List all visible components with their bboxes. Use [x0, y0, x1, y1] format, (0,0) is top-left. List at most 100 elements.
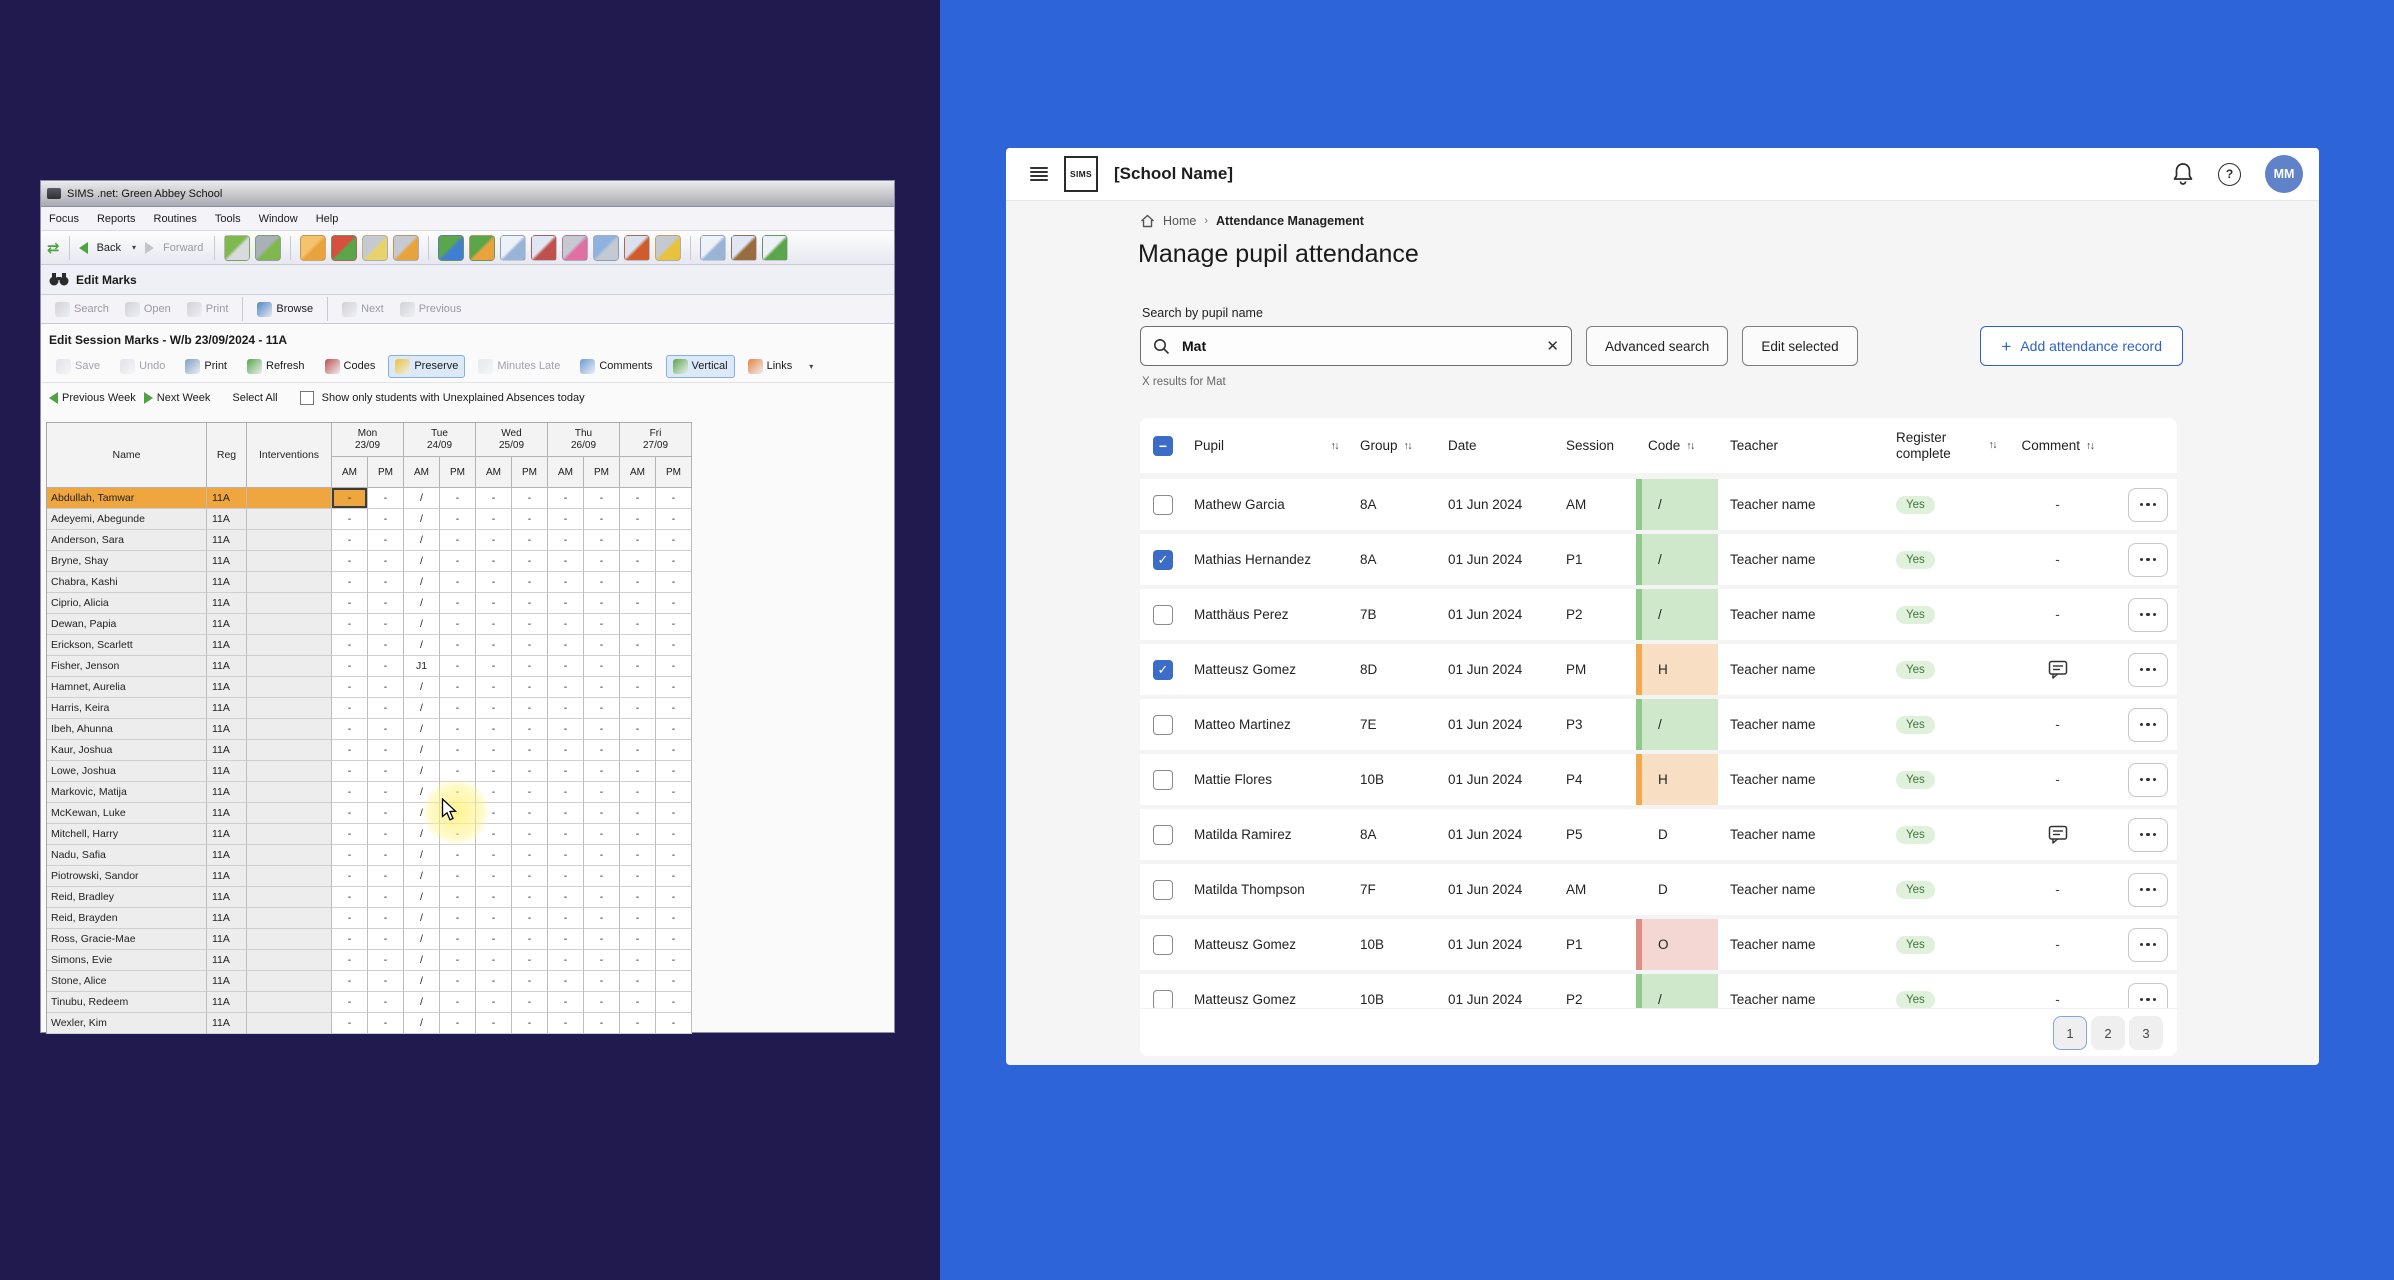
swap-icon[interactable]: ⇄ [47, 239, 60, 257]
search-mail-icon[interactable] [362, 235, 388, 261]
mark-cell[interactable]: - [332, 635, 368, 656]
mark-cell[interactable]: - [512, 929, 548, 950]
comment-cell[interactable] [1996, 660, 2119, 679]
mark-cell[interactable]: - [656, 992, 692, 1013]
mark-cell[interactable]: - [512, 761, 548, 782]
mark-cell[interactable]: - [620, 866, 656, 887]
mark-cell[interactable]: - [584, 572, 620, 593]
mark-cell[interactable]: - [368, 908, 404, 929]
row-checkbox[interactable] [1153, 605, 1173, 625]
mark-cell[interactable]: - [512, 488, 548, 509]
mark-cell[interactable]: - [512, 803, 548, 824]
promotion-icon[interactable] [593, 235, 619, 261]
mark-cell[interactable]: - [584, 656, 620, 677]
mark-cell[interactable]: - [368, 803, 404, 824]
column-header-group[interactable]: Group↑↓ [1352, 438, 1440, 453]
mark-cell[interactable]: / [404, 824, 440, 845]
mark-cell[interactable]: - [656, 950, 692, 971]
mark-cell[interactable]: - [440, 572, 476, 593]
mark-cell[interactable]: - [332, 1013, 368, 1034]
mark-cell[interactable]: - [656, 677, 692, 698]
mark-cell[interactable]: - [332, 908, 368, 929]
mark-cell[interactable]: / [404, 593, 440, 614]
mark-cell[interactable]: - [368, 740, 404, 761]
student-name[interactable]: Harris, Keira [47, 698, 207, 719]
student-name[interactable]: Adeyemi, Abegunde [47, 509, 207, 530]
mark-cell[interactable]: - [476, 488, 512, 509]
mark-cell[interactable]: - [476, 1013, 512, 1034]
row-actions-button[interactable] [2128, 598, 2168, 632]
mark-cell[interactable]: - [656, 740, 692, 761]
mark-cell[interactable]: - [512, 530, 548, 551]
mark-cell[interactable]: - [620, 887, 656, 908]
mark-cell[interactable]: - [656, 845, 692, 866]
mark-cell[interactable]: - [548, 824, 584, 845]
mark-cell[interactable]: - [584, 509, 620, 530]
people-icon[interactable] [224, 235, 250, 261]
mark-cell[interactable]: - [512, 971, 548, 992]
edit-doc-icon[interactable] [531, 235, 557, 261]
mark-cell[interactable]: - [656, 572, 692, 593]
mark-cell[interactable]: - [440, 509, 476, 530]
mark-cell[interactable]: - [368, 950, 404, 971]
mark-cell[interactable]: - [548, 635, 584, 656]
mark-cell[interactable]: - [476, 530, 512, 551]
mark-cell[interactable]: - [332, 719, 368, 740]
mark-cell[interactable]: - [584, 782, 620, 803]
student-name[interactable]: Markovic, Matija [47, 782, 207, 803]
mark-cell[interactable]: - [440, 887, 476, 908]
mark-cell[interactable]: - [548, 677, 584, 698]
comments-button[interactable]: Comments [573, 355, 659, 378]
mark-cell[interactable]: - [656, 761, 692, 782]
mark-cell[interactable]: - [332, 677, 368, 698]
mark-cell[interactable]: - [476, 761, 512, 782]
intray-icon[interactable] [731, 235, 757, 261]
edit-selected-button[interactable]: Edit selected [1742, 326, 1857, 366]
student-name[interactable]: McKewan, Luke [47, 803, 207, 824]
mark-cell[interactable]: - [548, 992, 584, 1013]
mark-cell[interactable]: / [404, 866, 440, 887]
mark-cell[interactable]: / [404, 530, 440, 551]
mark-cell[interactable]: - [476, 740, 512, 761]
mark-cell[interactable]: - [332, 971, 368, 992]
select-all-checkbox[interactable]: − [1153, 436, 1173, 456]
mark-cell[interactable]: - [368, 782, 404, 803]
mark-cell[interactable]: - [368, 614, 404, 635]
student-name[interactable]: Wexler, Kim [47, 1013, 207, 1034]
mark-cell[interactable]: - [512, 698, 548, 719]
mark-cell[interactable]: - [584, 635, 620, 656]
mark-cell[interactable]: - [584, 929, 620, 950]
mark-cell[interactable]: - [332, 593, 368, 614]
mark-cell[interactable]: - [476, 866, 512, 887]
mark-cell[interactable]: - [332, 698, 368, 719]
mark-cell[interactable]: - [620, 1013, 656, 1034]
student-name[interactable]: Chabra, Kashi [47, 572, 207, 593]
mark-cell[interactable]: - [476, 719, 512, 740]
mark-cell[interactable]: - [332, 551, 368, 572]
report-settings-icon[interactable] [469, 235, 495, 261]
student-name[interactable]: Anderson, Sara [47, 530, 207, 551]
row-actions-button[interactable] [2128, 653, 2168, 687]
mark-cell[interactable]: - [332, 782, 368, 803]
mark-cell[interactable]: - [476, 782, 512, 803]
journal-icon[interactable] [300, 235, 326, 261]
mark-cell[interactable]: - [368, 1013, 404, 1034]
mark-cell[interactable]: - [656, 908, 692, 929]
comment-cell[interactable] [1996, 825, 2119, 844]
mark-cell[interactable]: - [332, 614, 368, 635]
mark-cell[interactable]: - [656, 488, 692, 509]
mark-cell[interactable]: - [548, 656, 584, 677]
student-name[interactable]: Erickson, Scarlett [47, 635, 207, 656]
add-attendance-record-button[interactable]: + Add attendance record [1980, 326, 2183, 366]
mark-cell[interactable]: - [476, 677, 512, 698]
mark-cell[interactable]: - [332, 509, 368, 530]
mark-cell[interactable]: - [548, 740, 584, 761]
mark-cell[interactable]: - [368, 635, 404, 656]
row-checkbox[interactable] [1153, 935, 1173, 955]
row-actions-button[interactable] [2128, 928, 2168, 962]
student-name[interactable]: Ibeh, Ahunna [47, 719, 207, 740]
mark-cell[interactable]: - [368, 509, 404, 530]
mark-cell[interactable]: - [620, 929, 656, 950]
mark-cell[interactable]: - [440, 740, 476, 761]
mark-cell[interactable]: - [476, 971, 512, 992]
